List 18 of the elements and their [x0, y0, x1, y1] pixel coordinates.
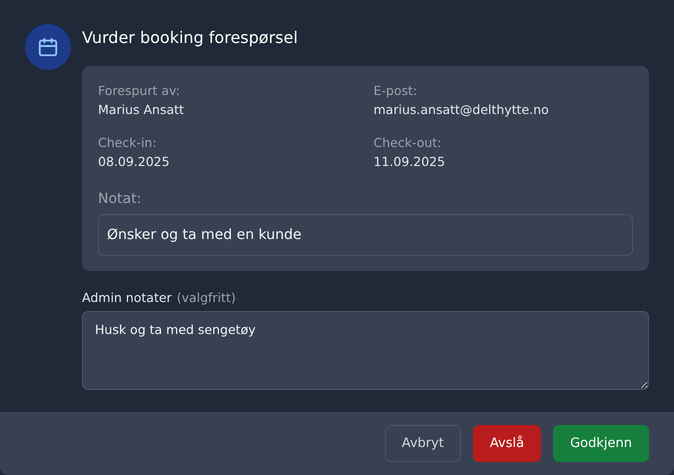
cancel-button[interactable]: Avbryt: [384, 425, 461, 462]
note-field: Ønsker og ta med en kunde: [98, 214, 633, 256]
approve-button[interactable]: Godkjenn: [553, 425, 649, 462]
field-value: marius.ansatt@delthytte.no: [374, 102, 550, 118]
field-value: Marius Ansatt: [98, 102, 185, 118]
admin-notes-label: Admin notater: [82, 290, 172, 305]
admin-notes-field[interactable]: Husk og ta med sengetøy: [82, 311, 649, 390]
dialog-title: Vurder booking forespørsel: [82, 28, 299, 48]
calendar-icon: [25, 24, 71, 70]
field-value: 08.09.2025: [98, 154, 171, 170]
optional-hint: (valgfritt): [176, 290, 236, 305]
note-label: Notat:: [98, 190, 142, 208]
field-label: Check-out:: [374, 135, 442, 151]
field-label: E-post:: [374, 83, 418, 99]
field-label: Forespurt av:: [98, 83, 181, 99]
field-value: 11.09.2025: [374, 154, 446, 170]
field-label: Check-in:: [98, 135, 158, 151]
reject-button[interactable]: Avslå: [472, 425, 542, 462]
